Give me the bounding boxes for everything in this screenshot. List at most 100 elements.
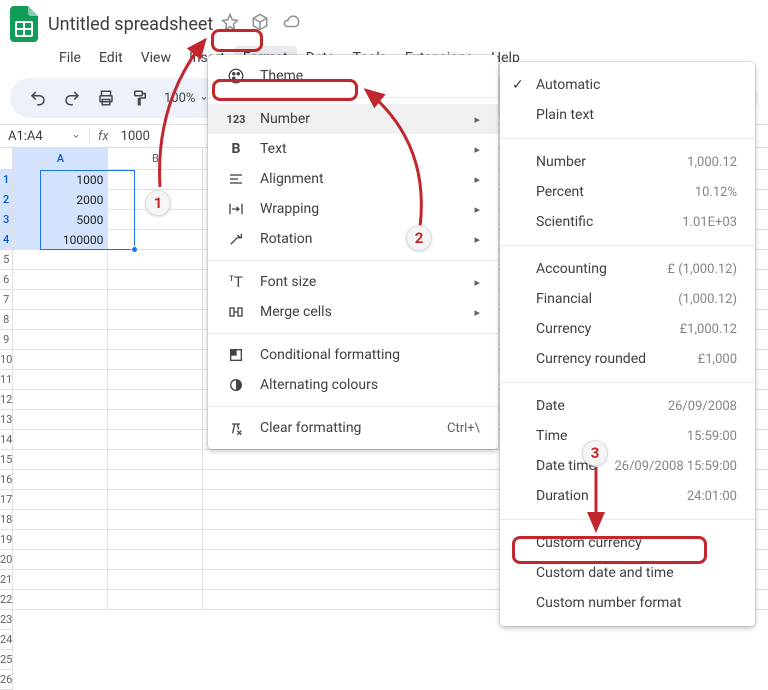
number-percent[interactable]: Percent10.12%	[500, 177, 755, 207]
cell[interactable]	[13, 470, 108, 490]
format-number[interactable]: 123 Number▸	[208, 104, 498, 134]
cell[interactable]	[108, 330, 203, 350]
menu-file[interactable]: File	[50, 46, 90, 70]
number-currency-rounded[interactable]: Currency rounded£1,000	[500, 344, 755, 374]
cell[interactable]	[13, 490, 108, 510]
cell[interactable]	[13, 310, 108, 330]
cell[interactable]	[108, 370, 203, 390]
cell[interactable]: 2000	[13, 190, 108, 210]
cell[interactable]	[13, 350, 108, 370]
sheets-logo-icon[interactable]	[8, 6, 40, 42]
row-header: 18	[0, 510, 12, 530]
row-header: 19	[0, 530, 12, 550]
number-date[interactable]: Date26/09/2008	[500, 391, 755, 421]
cell[interactable]	[108, 390, 203, 410]
cloud-status-icon[interactable]	[281, 13, 301, 35]
format-conditional[interactable]: Conditional formatting	[208, 340, 498, 370]
number-duration[interactable]: Duration24:01:00	[500, 481, 755, 511]
cell[interactable]	[13, 270, 108, 290]
state[interactable]	[13, 410, 108, 430]
number-automatic[interactable]: ✓Automatic	[500, 70, 755, 100]
select-all-corner[interactable]	[0, 148, 12, 170]
print-button[interactable]	[90, 82, 122, 114]
cell[interactable]	[13, 570, 108, 590]
redo-button[interactable]	[56, 82, 88, 114]
cell[interactable]	[108, 590, 203, 610]
cell[interactable]	[108, 310, 203, 330]
star-icon[interactable]	[221, 13, 239, 35]
cell[interactable]: 100000	[13, 230, 108, 250]
cell[interactable]	[13, 250, 108, 270]
col-header[interactable]: A	[13, 148, 108, 169]
format-alternating[interactable]: Alternating colours	[208, 370, 498, 400]
format-text[interactable]: B Text▸	[208, 134, 498, 164]
cell[interactable]	[108, 450, 203, 470]
move-icon[interactable]	[251, 13, 269, 35]
cell[interactable]	[108, 270, 203, 290]
number-custom-number[interactable]: Custom number format	[500, 588, 755, 618]
format-clear[interactable]: Clear formatting Ctrl+\	[208, 413, 498, 443]
cell[interactable]	[108, 230, 203, 250]
number-custom-currency[interactable]: Custom currency	[500, 528, 755, 558]
annotation-num-1: 1	[145, 190, 171, 216]
cell[interactable]	[108, 290, 203, 310]
cell[interactable]	[108, 570, 203, 590]
number-datetime[interactable]: Date time26/09/2008 15:59:00	[500, 451, 755, 481]
row-header: 13	[0, 410, 12, 430]
number-accounting[interactable]: Accounting£ (1,000.12)	[500, 254, 755, 284]
row-header: 16	[0, 470, 12, 490]
number-number[interactable]: Number1,000.12	[500, 147, 755, 177]
cell[interactable]	[13, 590, 108, 610]
cell[interactable]	[13, 510, 108, 530]
col-header[interactable]: B	[108, 148, 203, 169]
cell[interactable]: 1000	[13, 170, 108, 190]
format-wrapping[interactable]: Wrapping▸	[208, 194, 498, 224]
cell[interactable]	[108, 510, 203, 530]
cell[interactable]: 5000	[13, 210, 108, 230]
cell[interactable]	[108, 470, 203, 490]
cell[interactable]	[13, 450, 108, 470]
wrap-icon	[226, 201, 246, 217]
format-alignment[interactable]: Alignment▸	[208, 164, 498, 194]
format-rotation[interactable]: Rotation▸	[208, 224, 498, 254]
zoom-select[interactable]: 100%	[158, 82, 215, 114]
chevron-right-icon: ▸	[474, 143, 480, 156]
doc-title[interactable]: Untitled spreadsheet	[48, 14, 213, 35]
menu-edit[interactable]: Edit	[90, 46, 132, 70]
cell[interactable]	[13, 550, 108, 570]
cell[interactable]	[13, 530, 108, 550]
row-header: 11	[0, 370, 12, 390]
cell[interactable]	[108, 430, 203, 450]
number-time[interactable]: Time15:59:00	[500, 421, 755, 451]
number-currency[interactable]: Currency£1,000.12	[500, 314, 755, 344]
annotation-num-2: 2	[406, 225, 432, 251]
menu-view[interactable]: View	[132, 46, 180, 70]
cell[interactable]	[108, 550, 203, 570]
fx-input[interactable]: 1000	[117, 129, 154, 144]
format-font-size[interactable]: тT Font size▸	[208, 267, 498, 297]
cell[interactable]	[108, 250, 203, 270]
format-dropdown: Theme 123 Number▸ B Text▸ Alignment▸ Wra…	[208, 55, 498, 449]
undo-button[interactable]	[22, 82, 54, 114]
cell[interactable]	[13, 390, 108, 410]
number-financial[interactable]: Financial(1,000.12)	[500, 284, 755, 314]
chevron-right-icon: ▸	[474, 233, 480, 246]
cell[interactable]	[13, 330, 108, 350]
cell[interactable]	[13, 290, 108, 310]
cell[interactable]	[13, 430, 108, 450]
cell[interactable]	[108, 410, 203, 430]
format-merge[interactable]: Merge cells▸	[208, 297, 498, 327]
number-custom-datetime[interactable]: Custom date and time	[500, 558, 755, 588]
number-scientific[interactable]: Scientific1.01E+03	[500, 207, 755, 237]
paint-format-button[interactable]	[124, 82, 156, 114]
format-theme[interactable]: Theme	[208, 61, 498, 91]
cell[interactable]	[13, 370, 108, 390]
cell[interactable]	[108, 170, 203, 190]
number-plain[interactable]: Plain text	[500, 100, 755, 130]
cell[interactable]	[108, 530, 203, 550]
cell[interactable]	[108, 490, 203, 510]
clear-format-icon	[226, 420, 246, 436]
name-box[interactable]: A1:A4	[0, 129, 90, 144]
cell[interactable]	[108, 350, 203, 370]
row-header: 12	[0, 390, 12, 410]
